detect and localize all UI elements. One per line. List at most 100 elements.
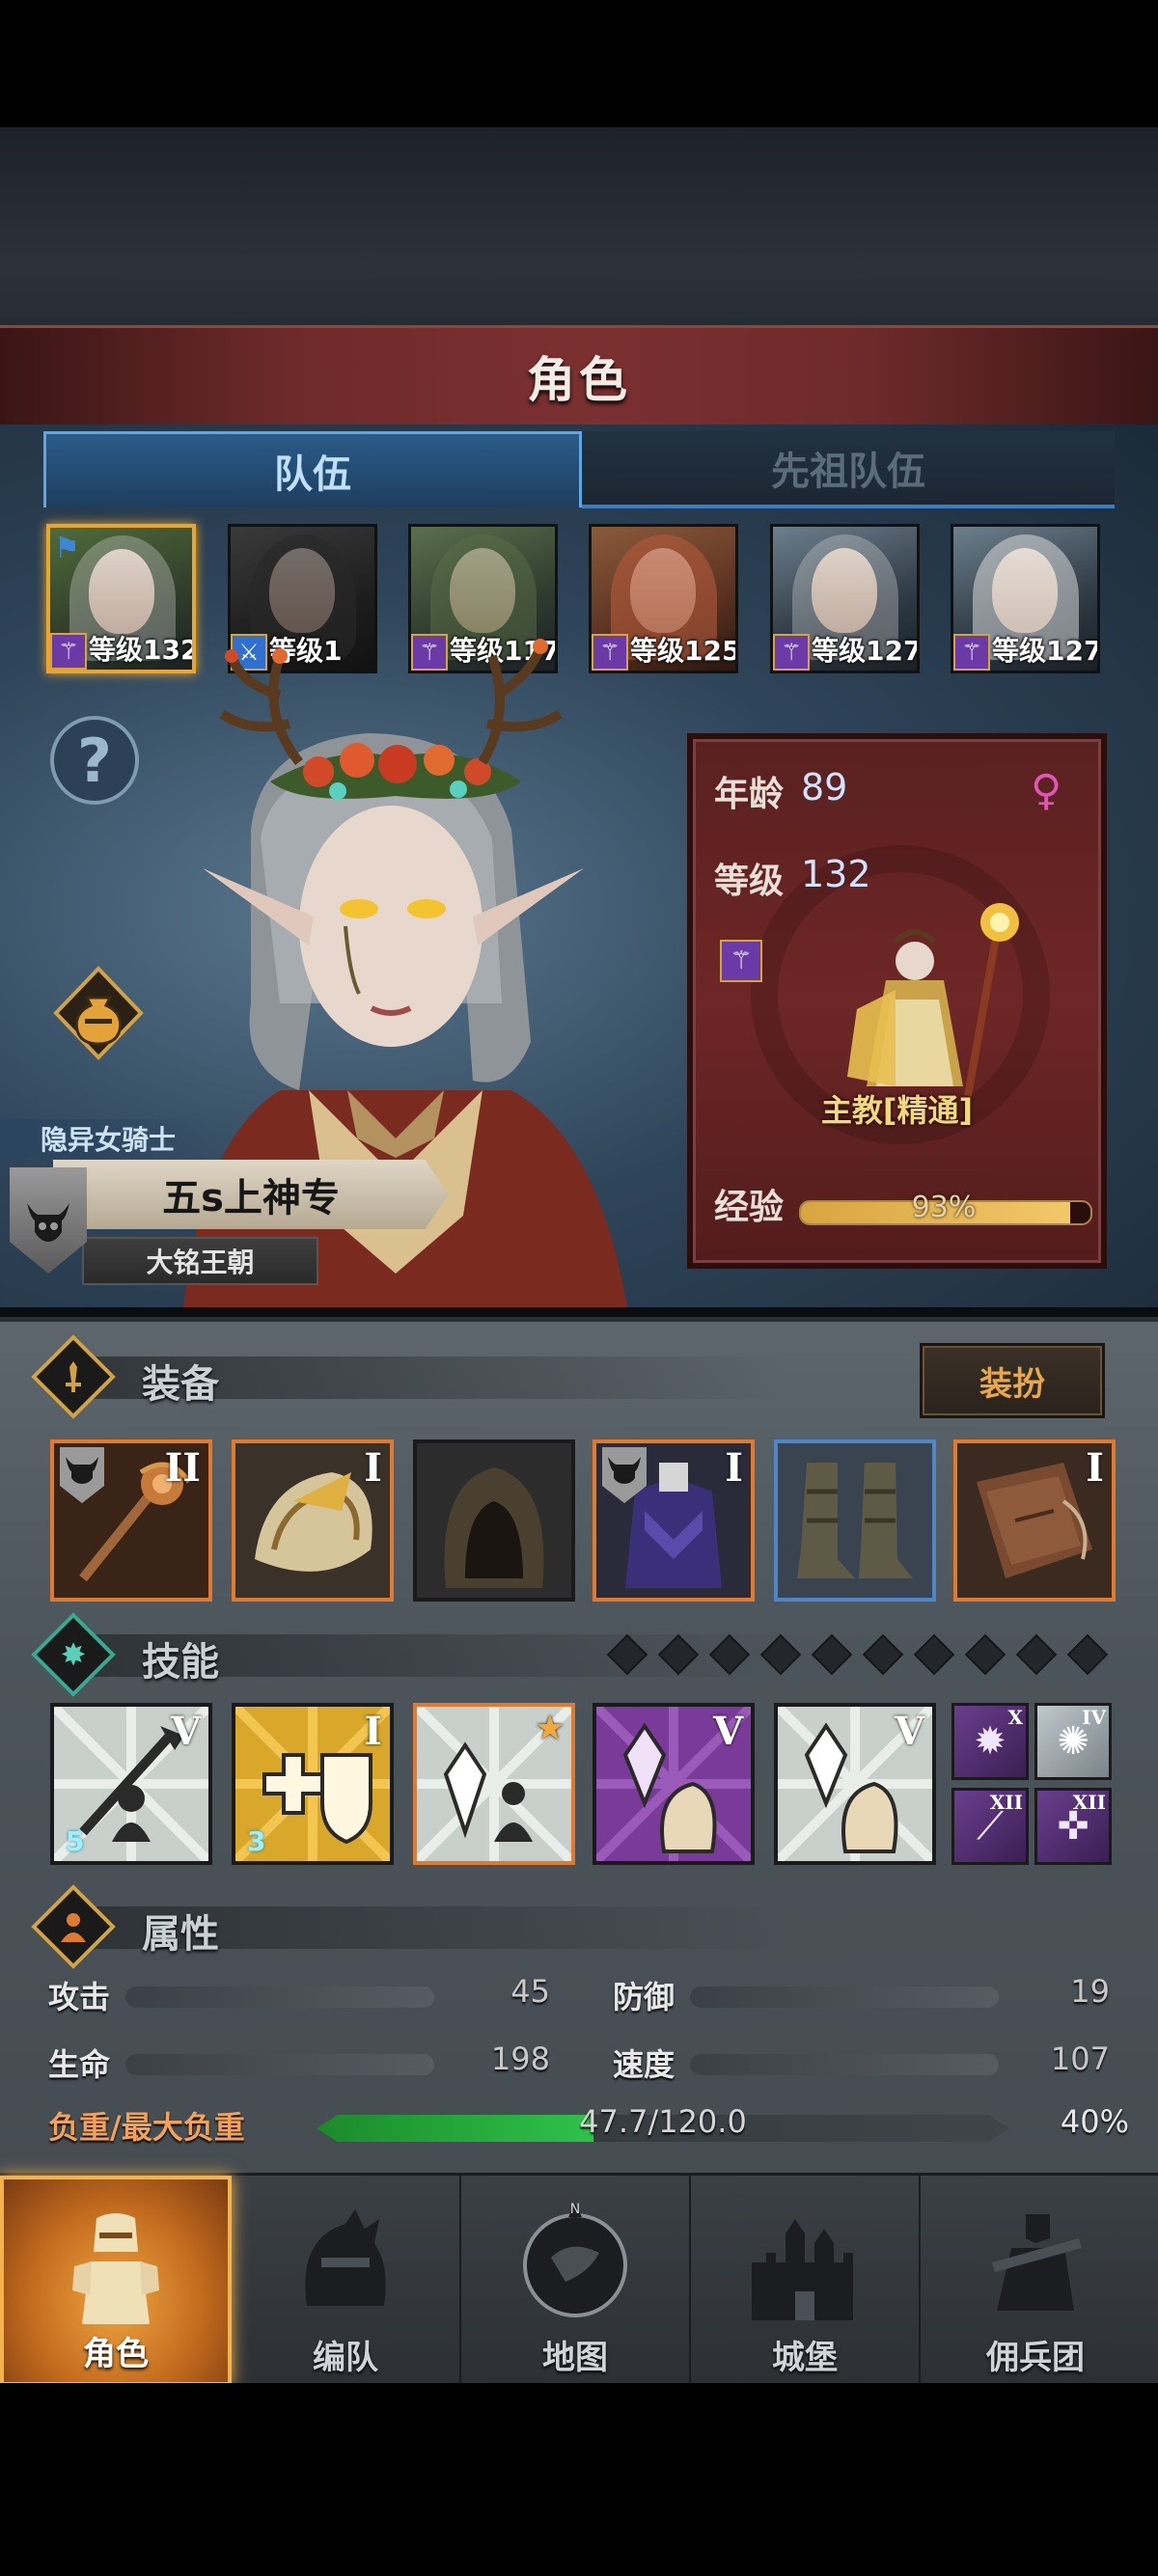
- leader-flag-icon: ⚑: [54, 532, 80, 565]
- skill-slot-2[interactable]: I 3: [232, 1703, 394, 1865]
- question-icon: ?: [77, 725, 112, 796]
- party-tabs: 队伍 先祖队伍: [43, 431, 1115, 508]
- skill-slot-4[interactable]: V: [593, 1703, 755, 1865]
- attr-health: 生命 198: [48, 2041, 550, 2089]
- age-value: 89: [801, 766, 848, 808]
- character-dynasty[interactable]: 大铭王朝: [82, 1237, 318, 1285]
- top-letterbox: [0, 0, 1158, 127]
- tab-party[interactable]: 队伍: [43, 431, 582, 507]
- skill-tier: V: [712, 1709, 743, 1754]
- equipment-slot-armor[interactable]: I: [593, 1439, 755, 1602]
- skill-slot-3[interactable]: ★: [413, 1703, 575, 1865]
- nav-label: 佣兵团: [986, 2339, 1085, 2377]
- passive-tier: XII: [1072, 1791, 1106, 1814]
- attr-value: 45: [510, 1973, 550, 2010]
- female-icon: ♀: [1031, 766, 1062, 815]
- class-name: 主教[精通]: [820, 1092, 974, 1129]
- staff-role-icon: ⚚: [953, 634, 990, 671]
- boots-icon: [778, 1443, 932, 1598]
- attributes-title: 属性: [142, 1912, 219, 1957]
- nav-label: 角色: [83, 2335, 149, 2373]
- bottom-letterbox: [0, 2383, 1158, 2576]
- equipment-slot-book[interactable]: I: [953, 1439, 1116, 1602]
- equipment-title: 装备: [142, 1362, 219, 1407]
- equipment-slot-boots[interactable]: [774, 1439, 936, 1602]
- level-label: 等级: [714, 862, 785, 901]
- mercenary-icon: [921, 2205, 1150, 2320]
- attr-bar: [125, 1987, 434, 2008]
- equipment-tier: I: [1086, 1445, 1104, 1491]
- inventory-bag-button[interactable]: [50, 965, 147, 1061]
- passive-skill-4[interactable]: ✜ XII: [1034, 1788, 1112, 1865]
- skill-point-dot: [862, 1633, 904, 1676]
- passive-skill-2[interactable]: ✺ IV: [1034, 1703, 1112, 1780]
- staff-role-icon: ⚚: [773, 634, 810, 671]
- bottom-nav: 角色 编队 N 地图 城堡 佣兵团: [0, 2173, 1158, 2386]
- nav-mercenary[interactable]: 佣兵团: [921, 2176, 1150, 2386]
- load-label: 负重/最大负重: [48, 2109, 245, 2146]
- passive-tier: XII: [989, 1791, 1023, 1814]
- character-name[interactable]: 五s上神专: [53, 1160, 449, 1229]
- skills-header: ✸ 技能: [31, 1612, 1109, 1697]
- attr-label: 速度: [613, 2046, 676, 2083]
- equipment-slot-staff[interactable]: II: [50, 1439, 212, 1602]
- attr-defense: 防御 19: [613, 1973, 1110, 2021]
- nav-character[interactable]: 角色: [0, 2176, 232, 2386]
- skill-point-dot: [964, 1633, 1006, 1676]
- level-value: 132: [801, 853, 871, 895]
- attr-bar: [690, 2054, 999, 2075]
- help-button[interactable]: ?: [50, 716, 139, 805]
- passive-skill-1[interactable]: ✹ X: [951, 1703, 1029, 1780]
- skill-point-dot: [1015, 1633, 1058, 1676]
- attr-value: 107: [1050, 2041, 1110, 2077]
- skill-tier: V: [170, 1709, 201, 1754]
- equipment-tier: I: [725, 1445, 743, 1491]
- exp-percent: 93%: [911, 1191, 977, 1224]
- skills-title: 技能: [142, 1640, 219, 1685]
- nav-label: 城堡: [772, 2339, 838, 2377]
- member-level: 等级127: [812, 635, 920, 667]
- crest-icon: [60, 1447, 104, 1503]
- equipment-slot-pauldron[interactable]: I: [232, 1439, 394, 1602]
- member-level: 等级127: [992, 635, 1100, 667]
- dagger-icon: [43, 1347, 103, 1407]
- attr-label: 攻击: [48, 1979, 111, 2015]
- nav-castle[interactable]: 城堡: [691, 2176, 921, 2386]
- party-member-5[interactable]: ⚚ 等级127: [770, 524, 920, 673]
- skill-count: 3: [247, 1825, 266, 1857]
- character-class-title: 隐异女骑士: [0, 1119, 217, 1158]
- passive-skill-3[interactable]: ⟋ XII: [951, 1788, 1029, 1865]
- attr-bar: [690, 1987, 999, 2008]
- exp-label: 经验: [714, 1188, 785, 1227]
- attr-value: 198: [490, 2041, 550, 2077]
- nav-map[interactable]: N 地图: [461, 2176, 691, 2386]
- skill-slot-5[interactable]: V: [774, 1703, 936, 1865]
- skill-slot-1[interactable]: V 5: [50, 1703, 212, 1865]
- character-nameplate: 隐异女骑士 五s上神专 大铭王朝: [0, 1119, 463, 1302]
- favorite-star-icon: ★: [534, 1709, 565, 1748]
- helmet-icon: [232, 2205, 459, 2320]
- character-stat-card: 年龄 89 ♀ 等级 132 ⚚ 主教[精通] 经验 93%: [687, 733, 1107, 1269]
- equipment-header: 装备 装扮: [31, 1334, 1105, 1419]
- tab-ancestor-party[interactable]: 先祖队伍: [582, 431, 1115, 508]
- attr-speed: 速度 107: [613, 2041, 1110, 2089]
- attr-value: 19: [1070, 1973, 1110, 2010]
- nav-formation[interactable]: 编队: [232, 2176, 461, 2386]
- attr-bar: [125, 2054, 434, 2075]
- skill-count: 5: [66, 1825, 85, 1857]
- bag-icon: [53, 966, 144, 1060]
- outfit-button[interactable]: 装扮: [920, 1343, 1105, 1418]
- party-member-6[interactable]: ⚚ 等级127: [951, 524, 1100, 673]
- skill-point-dot: [913, 1633, 955, 1676]
- attr-attack: 攻击 45: [48, 1973, 550, 2021]
- equipment-slot-hood[interactable]: [413, 1439, 575, 1602]
- equipment-tier: I: [364, 1445, 382, 1491]
- class-figure-icon: [847, 903, 1019, 1097]
- person-icon: [43, 1897, 103, 1957]
- crest-icon: [602, 1447, 647, 1503]
- castle-icon: [691, 2205, 919, 2320]
- star-burst-icon: ✸: [60, 1636, 87, 1673]
- dynasty-crest-icon[interactable]: [10, 1167, 87, 1274]
- compass-map-icon: N: [461, 2202, 689, 2320]
- passive-tier: IV: [1082, 1706, 1106, 1729]
